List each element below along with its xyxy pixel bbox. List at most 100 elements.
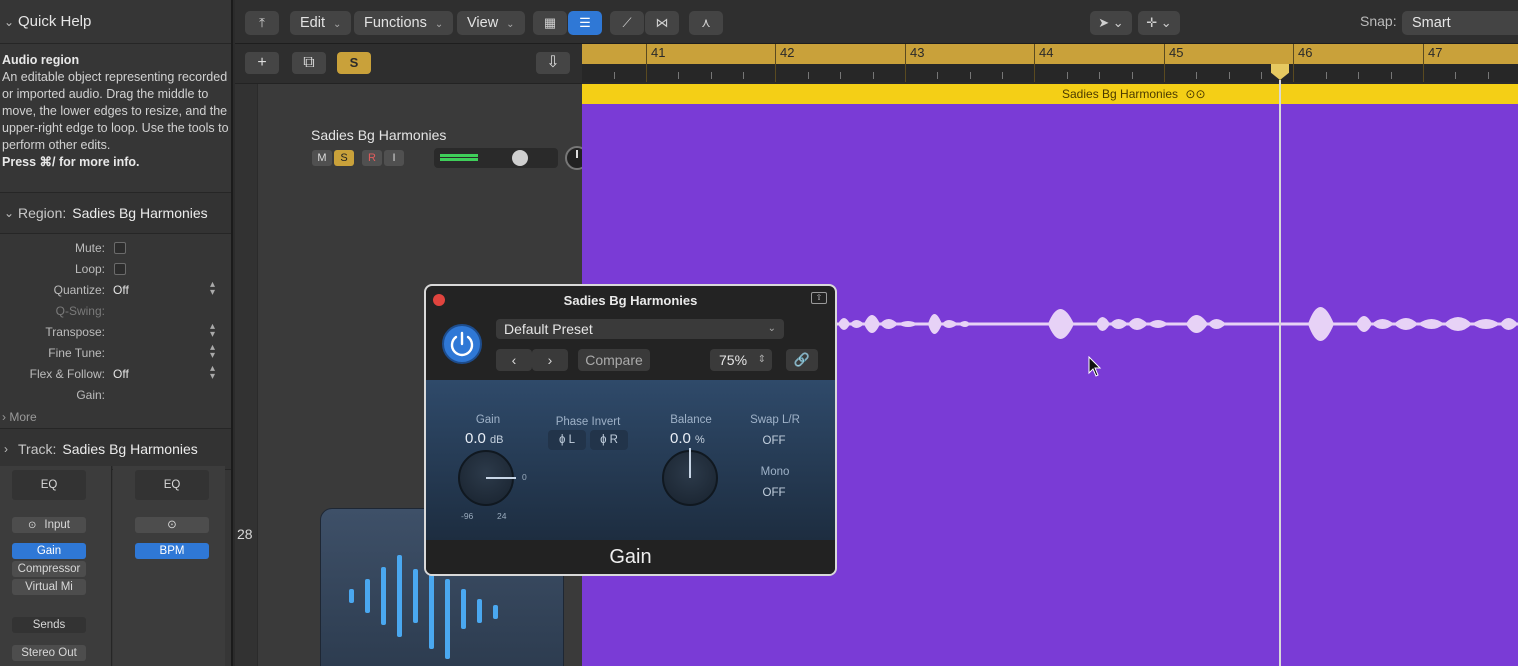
param-loop: Loop: bbox=[0, 259, 231, 280]
plugin-slot-compressor[interactable]: Compressor bbox=[12, 561, 86, 577]
stepper-icon: ⇕ bbox=[757, 354, 766, 365]
zoom-value: 75% bbox=[719, 352, 748, 368]
secondary-tool-icon[interactable]: ✛ ⌄ bbox=[1138, 11, 1180, 35]
swap-lr-toggle[interactable]: OFF bbox=[757, 431, 791, 451]
stepper-icon[interactable]: ▴ ▾ bbox=[210, 280, 215, 298]
list-view-icon[interactable]: ☰ bbox=[568, 11, 602, 35]
beat-tick bbox=[1002, 72, 1003, 79]
region-header[interactable]: Sadies Bg Harmonies ⊙⊙ bbox=[582, 84, 1518, 104]
quick-help-more-info: Press ⌘/ for more info. bbox=[2, 155, 140, 169]
bar-number-42: 42 bbox=[780, 45, 795, 60]
quick-help-header[interactable]: ⌄ Quick Help bbox=[0, 0, 231, 44]
solo-button[interactable]: S bbox=[334, 150, 354, 166]
beat-tick bbox=[678, 72, 679, 79]
previous-preset-button[interactable]: ‹ bbox=[496, 349, 532, 371]
bar-line bbox=[646, 44, 647, 82]
collapse-icon[interactable]: ⇩ bbox=[536, 52, 570, 74]
snap-select[interactable]: Smart bbox=[1402, 11, 1518, 35]
add-track-icon[interactable]: + bbox=[245, 52, 279, 74]
track-inspector-header[interactable]: › Track: Sadies Bg Harmonies bbox=[0, 428, 231, 470]
playhead-line[interactable] bbox=[1279, 80, 1281, 666]
duplicate-track-icon[interactable]: ⧉ bbox=[292, 52, 326, 74]
plugin-name-footer: Gain bbox=[426, 540, 835, 574]
bar-line bbox=[905, 44, 906, 82]
record-button[interactable]: R bbox=[362, 150, 382, 166]
bar-line bbox=[1423, 44, 1424, 82]
mouse-cursor-icon bbox=[1088, 356, 1102, 377]
gain-scale-max: 24 bbox=[497, 511, 507, 521]
input-monitor-button[interactable]: I bbox=[384, 150, 404, 166]
bar-ruler[interactable]: 41 42 43 44 45 46 47 bbox=[582, 44, 1518, 82]
param-fine-tune[interactable]: Fine Tune: ▴ ▾ bbox=[0, 343, 231, 364]
param-qswing-label: Q-Swing: bbox=[55, 304, 105, 318]
stereo-link-icon: ⊙ bbox=[28, 520, 37, 531]
channel-strip-1: EQ ⊙ Input Gain Compressor Virtual Mi Sen… bbox=[0, 466, 112, 666]
level-meter bbox=[440, 154, 478, 157]
eq-thumbnail[interactable]: EQ bbox=[135, 470, 209, 500]
balance-label: Balance bbox=[670, 414, 712, 426]
link-icon[interactable]: 🔗 bbox=[786, 349, 818, 371]
stepper-icon[interactable]: ▴ ▾ bbox=[210, 322, 215, 340]
view-menu[interactable]: View ⌄ bbox=[457, 11, 525, 35]
param-flex-follow-label: Flex & Follow: bbox=[29, 367, 105, 381]
automation-icon[interactable]: ⟋ bbox=[610, 11, 644, 35]
stepper-icon[interactable]: ▴ ▾ bbox=[210, 364, 215, 382]
swap-lr-label: Swap L/R bbox=[750, 414, 800, 426]
phase-invert-left-button[interactable]: ɸ L bbox=[548, 430, 586, 450]
global-solo-button[interactable]: S bbox=[337, 52, 371, 74]
grid-view-icon[interactable]: ▦ bbox=[533, 11, 567, 35]
wave-blob bbox=[1356, 316, 1518, 324]
edit-menu[interactable]: Edit ⌄ bbox=[290, 11, 352, 35]
gain-readout[interactable]: 0.0 dB bbox=[465, 430, 504, 447]
preset-select[interactable]: Default Preset ⌄ bbox=[496, 319, 784, 339]
functions-menu[interactable]: Functions ⌄ bbox=[354, 11, 454, 35]
stereo-link-icon[interactable]: ⊙ bbox=[135, 517, 209, 533]
view-label: View bbox=[467, 15, 499, 31]
beat-tick bbox=[873, 72, 874, 79]
more-disclosure[interactable]: › More bbox=[0, 406, 231, 428]
param-quantize[interactable]: Quantize: Off ▴ ▾ bbox=[0, 280, 231, 301]
mute-button[interactable]: M bbox=[312, 150, 332, 166]
eq-thumbnail[interactable]: EQ bbox=[12, 470, 86, 500]
next-preset-button[interactable]: › bbox=[532, 349, 568, 371]
balance-knob[interactable] bbox=[662, 448, 718, 506]
bar-line bbox=[775, 44, 776, 82]
output-slot[interactable]: Stereo Out bbox=[12, 645, 86, 661]
region-inspector-header[interactable]: ⌄ Region: Sadies Bg Harmonies bbox=[0, 192, 231, 234]
input-slot[interactable]: ⊙ Input bbox=[12, 517, 86, 533]
plugin-slot-virtual-mic[interactable]: Virtual Mi bbox=[12, 579, 86, 595]
beat-tick bbox=[840, 72, 841, 79]
volume-slider-handle[interactable] bbox=[512, 150, 528, 166]
crossfade-icon[interactable]: ⋈ bbox=[645, 11, 679, 35]
mute-checkbox[interactable] bbox=[114, 242, 126, 254]
param-gain[interactable]: Gain: bbox=[0, 385, 231, 406]
gain-knob[interactable] bbox=[458, 450, 516, 506]
plugin-slot-bpm[interactable]: BPM bbox=[135, 543, 209, 559]
knob-indicator bbox=[689, 448, 691, 478]
stepper-icon[interactable]: ▴ ▾ bbox=[210, 343, 215, 361]
loop-checkbox[interactable] bbox=[114, 263, 126, 275]
mono-toggle[interactable]: OFF bbox=[757, 483, 791, 503]
param-flex-follow[interactable]: Flex & Follow: Off ▴ ▾ bbox=[0, 364, 231, 385]
flex-icon[interactable]: ⋏ bbox=[689, 11, 723, 35]
balance-readout[interactable]: 0.0 % bbox=[670, 430, 705, 447]
power-button[interactable] bbox=[442, 324, 482, 364]
plugin-slot-gain[interactable]: Gain bbox=[12, 543, 86, 559]
volume-slider[interactable] bbox=[434, 148, 558, 168]
gain-scale-min: -96 bbox=[461, 511, 474, 521]
back-arrow-icon[interactable]: ⤒ bbox=[245, 11, 279, 35]
mono-label: Mono bbox=[760, 466, 790, 478]
pointer-tool-icon[interactable]: ➤ ⌄ bbox=[1090, 11, 1132, 35]
compare-button[interactable]: Compare bbox=[578, 349, 650, 371]
expand-icon[interactable]: ⇧ bbox=[811, 292, 827, 304]
bar-number-46: 46 bbox=[1298, 45, 1313, 60]
beat-tick bbox=[970, 72, 971, 79]
bar-number-41: 41 bbox=[651, 45, 666, 60]
zoom-select[interactable]: 75% ⇕ bbox=[710, 349, 772, 371]
param-transpose[interactable]: Transpose: ▴ ▾ bbox=[0, 322, 231, 343]
track-header-name[interactable]: Sadies Bg Harmonies bbox=[311, 127, 446, 143]
balance-value: 0.0 bbox=[670, 430, 691, 447]
phase-invert-right-button[interactable]: ɸ R bbox=[590, 430, 628, 450]
beat-tick bbox=[1488, 72, 1489, 79]
beat-tick bbox=[1391, 72, 1392, 79]
